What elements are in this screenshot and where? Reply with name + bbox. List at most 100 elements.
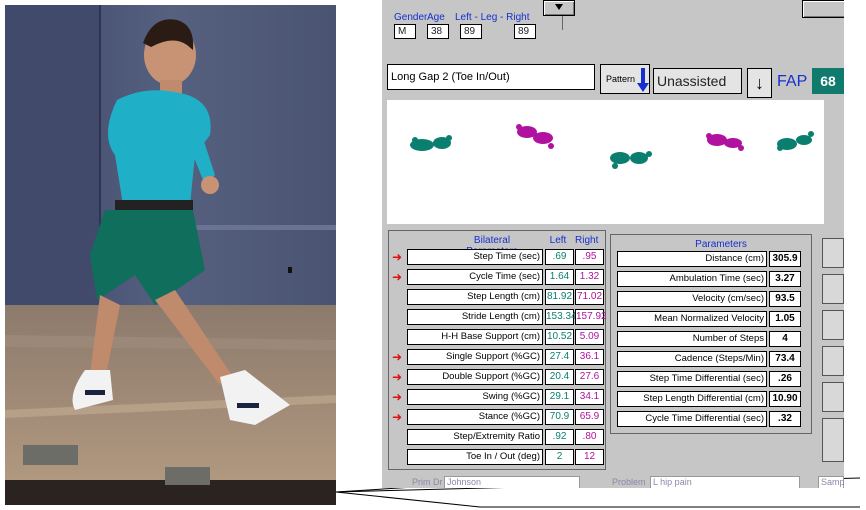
flag-arrow-icon: ➜ <box>392 270 403 284</box>
parameter-row-label: Mean Normalized Velocity <box>617 311 767 327</box>
gender-label: Gender <box>394 12 428 23</box>
prim-dr-field[interactable]: Johnson <box>444 476 580 488</box>
side-button-column <box>822 238 844 466</box>
bilateral-left-value: 81.92 <box>545 289 574 305</box>
left-column-header: Left <box>549 235 567 246</box>
age-label: Age <box>427 12 445 23</box>
age-field[interactable]: 38 <box>427 24 449 39</box>
parameter-row-label: Cycle Time Differential (sec) <box>617 411 767 427</box>
footprint-display <box>387 100 824 224</box>
bilateral-left-value: 10.52 <box>545 329 574 345</box>
left-footprint-3 <box>777 131 814 151</box>
flag-arrow-icon: ➜ <box>392 250 403 264</box>
bilateral-left-value: 29.1 <box>545 389 574 405</box>
parameter-row-label: Ambulation Time (sec) <box>617 271 767 287</box>
right-footprint-1 <box>516 124 554 149</box>
triangle-down-icon <box>555 4 563 10</box>
bilateral-right-value: .95 <box>575 249 604 265</box>
bilateral-row-label: H-H Base Support (cm) <box>407 329 543 345</box>
bilateral-right-value: 27.6 <box>575 369 604 385</box>
bilateral-row-label: Stance (%GC) <box>407 409 543 425</box>
parameter-value: .32 <box>769 411 801 427</box>
pattern-button-label: Pattern <box>606 74 636 84</box>
bilateral-row-label: Toe In / Out (deg) <box>407 449 543 465</box>
gait-analysis-window: Gender Age Left - Leg - Right M 38 89 89… <box>382 0 844 488</box>
right-footprint-2 <box>706 133 744 151</box>
problem-field[interactable]: L hip pain <box>650 476 800 488</box>
parameter-value: .26 <box>769 371 801 387</box>
flag-arrow-icon: ➜ <box>392 390 403 404</box>
parameter-value: 305.9 <box>769 251 801 267</box>
bilateral-left-value: .69 <box>545 249 574 265</box>
parameter-value: 10.90 <box>769 391 801 407</box>
parameter-row-label: Distance (cm) <box>617 251 767 267</box>
bilateral-row-label: Step/Extremity Ratio <box>407 429 543 445</box>
bilateral-right-value: 157.92 <box>575 309 607 325</box>
bilateral-right-value: 12 <box>575 449 604 465</box>
bilateral-left-value: 20.4 <box>545 369 574 385</box>
parameter-row-label: Velocity (cm/sec) <box>617 291 767 307</box>
right-leg-field[interactable]: 89 <box>514 24 536 39</box>
side-button-3[interactable] <box>822 310 844 340</box>
side-button-5[interactable] <box>822 382 844 412</box>
sample-field[interactable]: Samp <box>818 476 844 488</box>
parameter-row-label: Step Length Differential (cm) <box>617 391 767 407</box>
bilateral-left-value: 153.34 <box>545 309 577 325</box>
left-footprint-2 <box>610 151 652 169</box>
gender-field[interactable]: M <box>394 24 416 39</box>
bilateral-right-value: 1.32 <box>575 269 604 285</box>
arrow-down-icon <box>637 68 649 92</box>
bilateral-right-value: .80 <box>575 429 604 445</box>
parameters-panel: Parameters Distance (cm) 305.9 Ambulation … <box>610 234 812 434</box>
problem-label: Problem <box>612 477 646 487</box>
parameter-value: 3.27 <box>769 271 801 287</box>
bottom-info-bar: Prim Dr Johnson Problem L hip pain Samp <box>382 474 844 488</box>
footprint-plot <box>410 124 814 169</box>
bilateral-left-value: 27.4 <box>545 349 574 365</box>
bilateral-row-label: Double Support (%GC) <box>407 369 543 385</box>
right-column-header: Right <box>575 235 599 246</box>
bilateral-left-value: 70.9 <box>545 409 574 425</box>
bilateral-parameters-panel: Bilateral Parameters Left Right ➜Step Ti… <box>388 230 607 470</box>
prim-dr-label: Prim Dr <box>412 477 443 487</box>
bilateral-row-label: Single Support (%GC) <box>407 349 543 365</box>
side-button-4[interactable] <box>822 346 844 376</box>
left-leg-field[interactable]: 89 <box>460 24 482 39</box>
leg-length-label: Left - Leg - Right <box>455 12 530 23</box>
side-button-6[interactable] <box>822 418 844 462</box>
left-footprint-1 <box>410 135 452 151</box>
bilateral-row-label: Cycle Time (sec) <box>407 269 543 285</box>
bilateral-left-value: 1.64 <box>545 269 574 285</box>
patient-walking-photo <box>5 5 336 505</box>
header-dropdown-button[interactable] <box>543 0 575 16</box>
bilateral-right-value: 34.1 <box>575 389 604 405</box>
assistance-select[interactable]: Unassisted <box>653 68 742 94</box>
pattern-title: Long Gap 2 (Toe In/Out) <box>387 64 595 90</box>
bilateral-row-label: Swing (%GC) <box>407 389 543 405</box>
parameter-value: 73.4 <box>769 351 801 367</box>
parameter-row-label: Step Time Differential (sec) <box>617 371 767 387</box>
top-right-button[interactable] <box>802 0 844 18</box>
parameter-value: 1.05 <box>769 311 801 327</box>
parameter-row-label: Cadence (Steps/Min) <box>617 351 767 367</box>
bilateral-right-value: 36.1 <box>575 349 604 365</box>
parameter-value: 4 <box>769 331 801 347</box>
parameter-value: 93.5 <box>769 291 801 307</box>
bilateral-left-value: .92 <box>545 429 574 445</box>
bilateral-right-value: 65.9 <box>575 409 604 425</box>
flag-arrow-icon: ➜ <box>392 410 403 424</box>
bilateral-right-value: 5.09 <box>575 329 604 345</box>
side-button-2[interactable] <box>822 274 844 304</box>
flag-arrow-icon: ➜ <box>392 350 403 364</box>
arrow-down-icon: ↓ <box>755 73 764 93</box>
assistance-dropdown-button[interactable]: ↓ <box>747 68 772 98</box>
flag-arrow-icon: ➜ <box>392 370 403 384</box>
fap-score: 68 <box>812 68 844 94</box>
bilateral-row-label: Step Length (cm) <box>407 289 543 305</box>
bilateral-right-value: 71.02 <box>575 289 604 305</box>
parameter-row-label: Number of Steps <box>617 331 767 347</box>
bilateral-left-value: 2 <box>545 449 574 465</box>
side-button-1[interactable] <box>822 238 844 268</box>
pattern-button[interactable]: Pattern <box>600 64 650 94</box>
parameters-header: Parameters <box>695 239 747 250</box>
